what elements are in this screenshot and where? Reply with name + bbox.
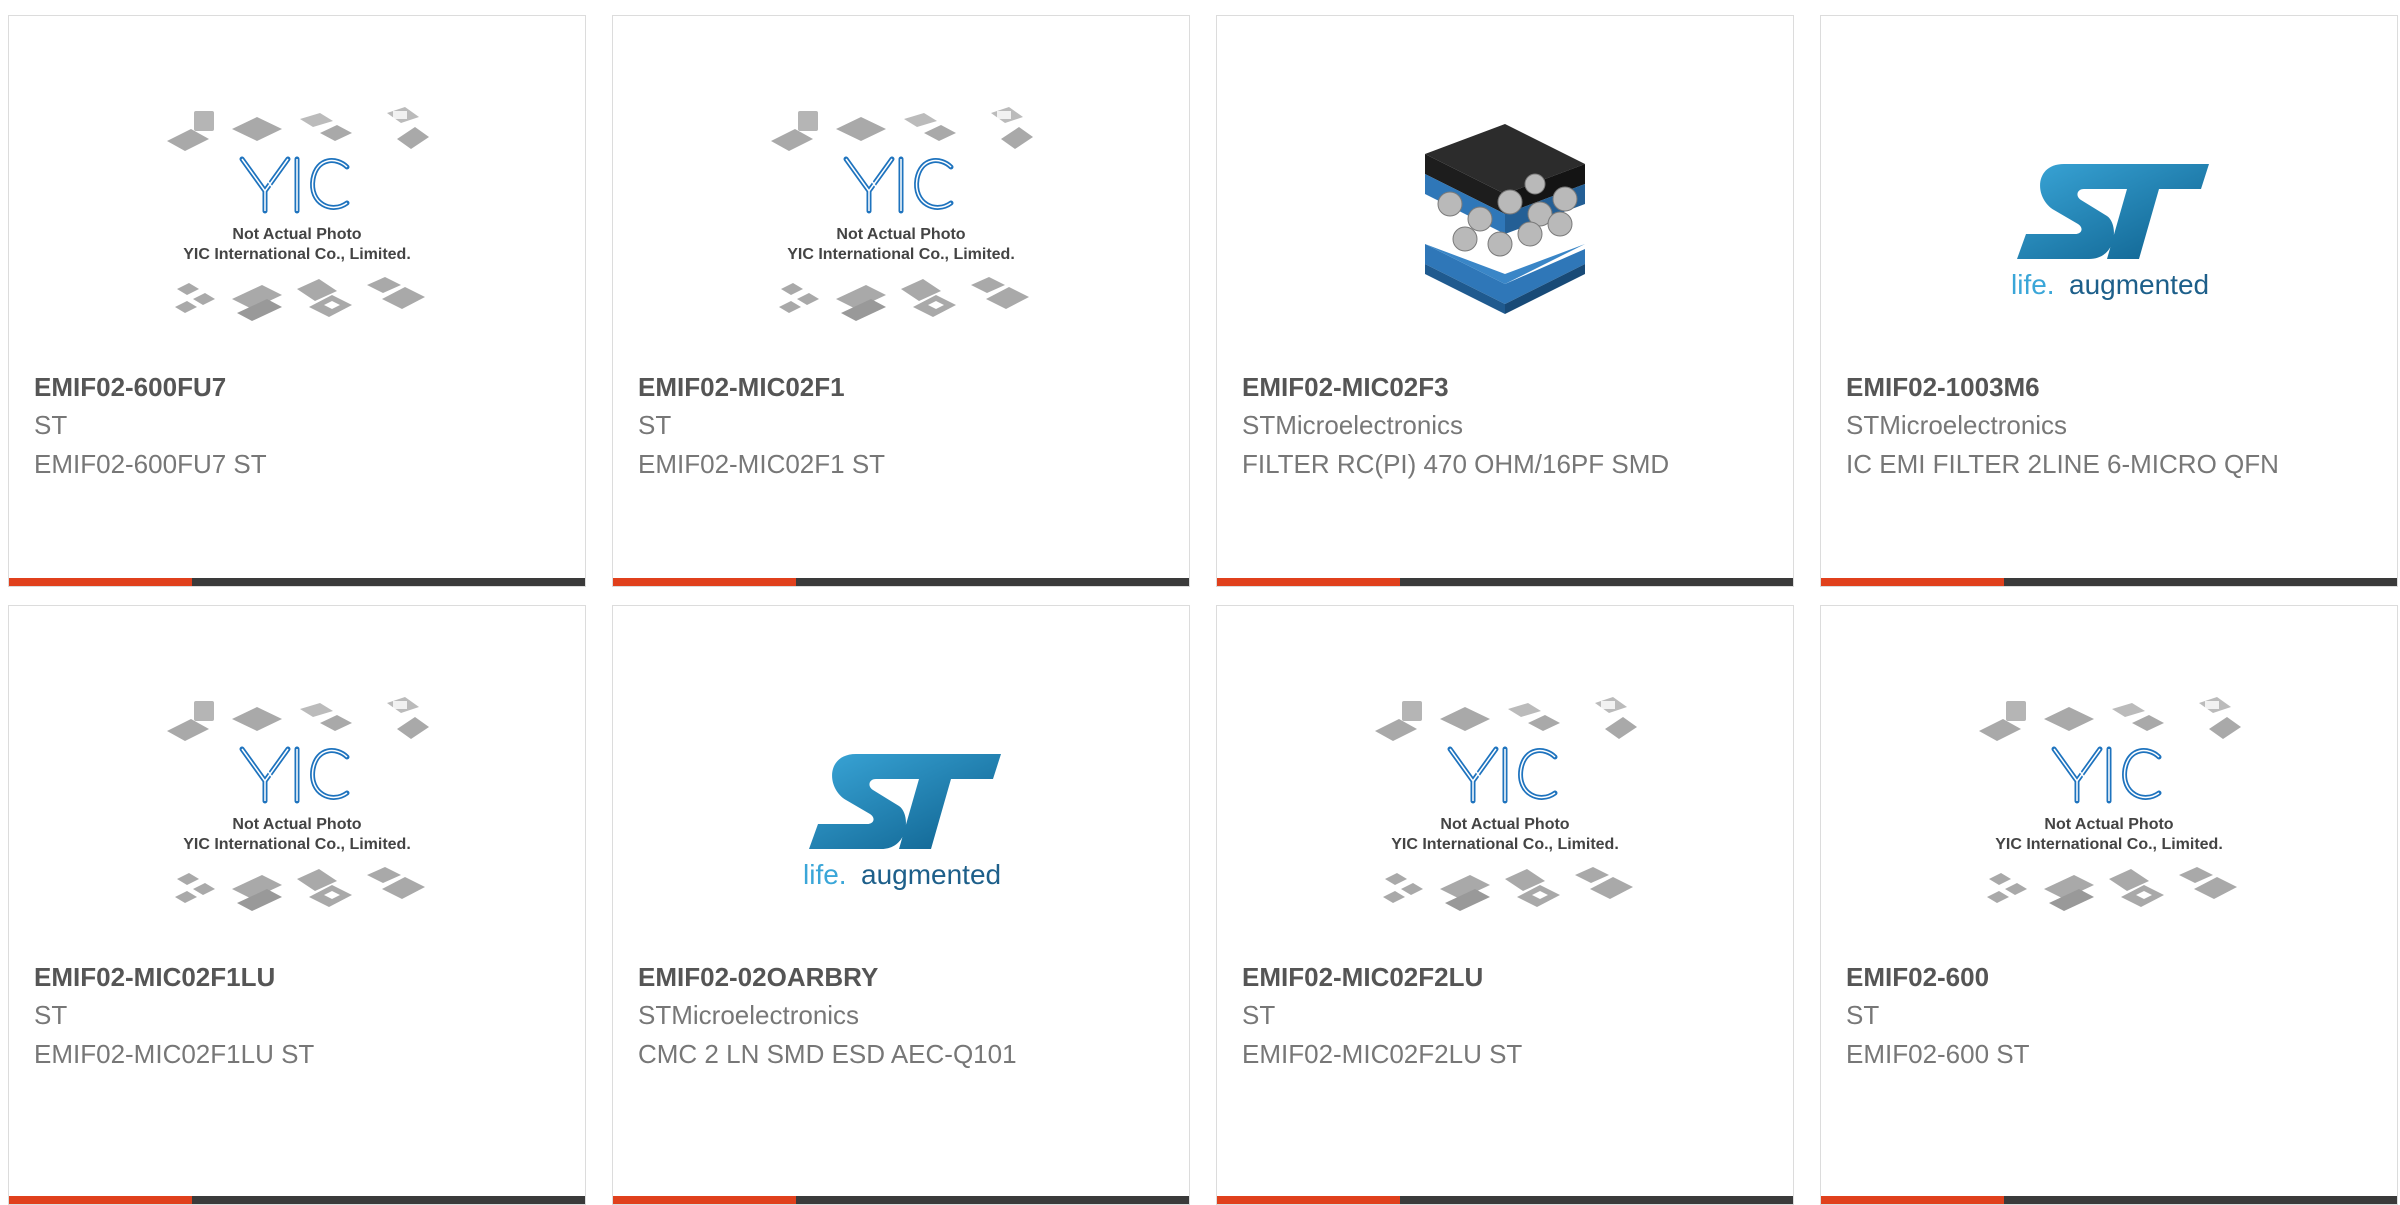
card-bottom-bar — [9, 1196, 585, 1204]
part-number-link[interactable]: EMIF02-600FU7 — [34, 372, 226, 403]
product-card[interactable]: Not Actual Photo YIC International Co., … — [1820, 605, 2398, 1205]
card-bottom-bar — [1821, 1196, 2397, 1204]
card-accent-stripe — [613, 1196, 796, 1204]
product-card[interactable]: life. augmented EMIF02-1003M6 STMicroelec… — [1820, 15, 2398, 587]
product-description: FILTER RC(PI) 470 OHM/16PF SMD — [1242, 449, 1670, 479]
chip-package-image — [1425, 123, 1585, 314]
product-card[interactable]: EMIF02-MIC02F3 STMicroelectronics FILTER R… — [1216, 15, 1794, 587]
product-description: CMC 2 LN SMD ESD AEC-Q101 — [638, 1039, 1017, 1069]
product-card[interactable]: Not Actual Photo YIC International Co., … — [8, 15, 586, 587]
product-card[interactable]: life. augmented EMIF02-02OARBRY STMicroel… — [612, 605, 1190, 1205]
card-bottom-bar — [9, 578, 585, 586]
manufacturer: ST — [34, 1000, 68, 1030]
st-tagline-b: augmented — [861, 859, 1001, 890]
manufacturer: ST — [34, 410, 68, 440]
placeholder-image: Not Actual Photo YIC International Co., … — [167, 106, 429, 321]
part-number-link[interactable]: EMIF02-1003M6 — [1846, 372, 2040, 403]
part-number-link[interactable]: EMIF02-600 — [1846, 962, 1989, 993]
product-card[interactable]: Not Actual Photo YIC International Co., … — [1216, 605, 1794, 1205]
product-image[interactable]: Not Actual Photo YIC International Co., … — [9, 676, 585, 951]
product-description: EMIF02-600FU7 ST — [34, 449, 267, 479]
placeholder-caption: Not Actual Photo — [232, 226, 361, 243]
product-description: IC EMI FILTER 2LINE 6-MICRO QFN — [1846, 449, 2279, 479]
card-bottom-bar — [1217, 1196, 1793, 1204]
product-description: EMIF02-600 ST — [1846, 1039, 2030, 1069]
placeholder-image: Not Actual Photo YIC International Co., … — [771, 106, 1033, 321]
card-bottom-bar — [1821, 578, 2397, 586]
card-bottom-bar — [613, 1196, 1189, 1204]
placeholder-image: Not Actual Photo YIC International Co., … — [1979, 696, 2241, 911]
placeholder-caption: Not Actual Photo — [232, 816, 361, 833]
product-image[interactable]: life. augmented — [1821, 86, 2397, 361]
part-number-link[interactable]: EMIF02-MIC02F3 — [1242, 372, 1449, 403]
card-accent-stripe — [9, 1196, 192, 1204]
placeholder-company: YIC International Co., Limited. — [183, 246, 411, 263]
product-image[interactable]: Not Actual Photo YIC International Co., … — [1821, 676, 2397, 951]
card-accent-stripe — [1217, 578, 1400, 586]
product-image[interactable] — [1217, 86, 1793, 361]
manufacturer: STMicroelectronics — [1846, 410, 2068, 440]
product-image[interactable]: Not Actual Photo YIC International Co., … — [9, 86, 585, 361]
product-image[interactable]: life. augmented — [613, 676, 1189, 951]
product-description: EMIF02-MIC02F1LU ST — [34, 1039, 315, 1069]
placeholder-company: YIC International Co., Limited. — [787, 246, 1015, 263]
placeholder-caption: Not Actual Photo — [1440, 816, 1569, 833]
placeholder-company: YIC International Co., Limited. — [183, 836, 411, 853]
product-card[interactable]: Not Actual Photo YIC International Co., … — [612, 15, 1190, 587]
part-number-link[interactable]: EMIF02-MIC02F1 — [638, 372, 845, 403]
part-number-link[interactable]: EMIF02-MIC02F1LU — [34, 962, 275, 993]
st-logo-icon: life. augmented — [803, 753, 1001, 890]
product-card[interactable]: Not Actual Photo YIC International Co., … — [8, 605, 586, 1205]
st-tagline-a: life. — [2011, 269, 2055, 300]
card-bottom-bar — [613, 578, 1189, 586]
placeholder-company: YIC International Co., Limited. — [1995, 836, 2223, 853]
manufacturer: STMicroelectronics — [638, 1000, 860, 1030]
manufacturer: STMicroelectronics — [1242, 410, 1464, 440]
product-image[interactable]: Not Actual Photo YIC International Co., … — [1217, 676, 1793, 951]
card-bottom-bar — [1217, 578, 1793, 586]
st-tagline-a: life. — [803, 859, 847, 890]
placeholder-image: Not Actual Photo YIC International Co., … — [1375, 696, 1637, 911]
product-image[interactable]: Not Actual Photo YIC International Co., … — [613, 86, 1189, 361]
part-number-link[interactable]: EMIF02-MIC02F2LU — [1242, 962, 1483, 993]
manufacturer: ST — [1242, 1000, 1276, 1030]
placeholder-caption: Not Actual Photo — [836, 226, 965, 243]
card-accent-stripe — [613, 578, 796, 586]
product-description: EMIF02-MIC02F1 ST — [638, 449, 886, 479]
product-description: EMIF02-MIC02F2LU ST — [1242, 1039, 1523, 1069]
placeholder-image: Not Actual Photo YIC International Co., … — [167, 696, 429, 911]
placeholder-company: YIC International Co., Limited. — [1391, 836, 1619, 853]
card-accent-stripe — [1821, 578, 2004, 586]
part-number-link[interactable]: EMIF02-02OARBRY — [638, 962, 878, 993]
manufacturer: ST — [1846, 1000, 1880, 1030]
manufacturer: ST — [638, 410, 672, 440]
st-logo-icon: life. augmented — [2011, 163, 2209, 300]
card-accent-stripe — [1217, 1196, 1400, 1204]
placeholder-caption: Not Actual Photo — [2044, 816, 2173, 833]
card-accent-stripe — [9, 578, 192, 586]
st-tagline-b: augmented — [2069, 269, 2209, 300]
card-accent-stripe — [1821, 1196, 2004, 1204]
